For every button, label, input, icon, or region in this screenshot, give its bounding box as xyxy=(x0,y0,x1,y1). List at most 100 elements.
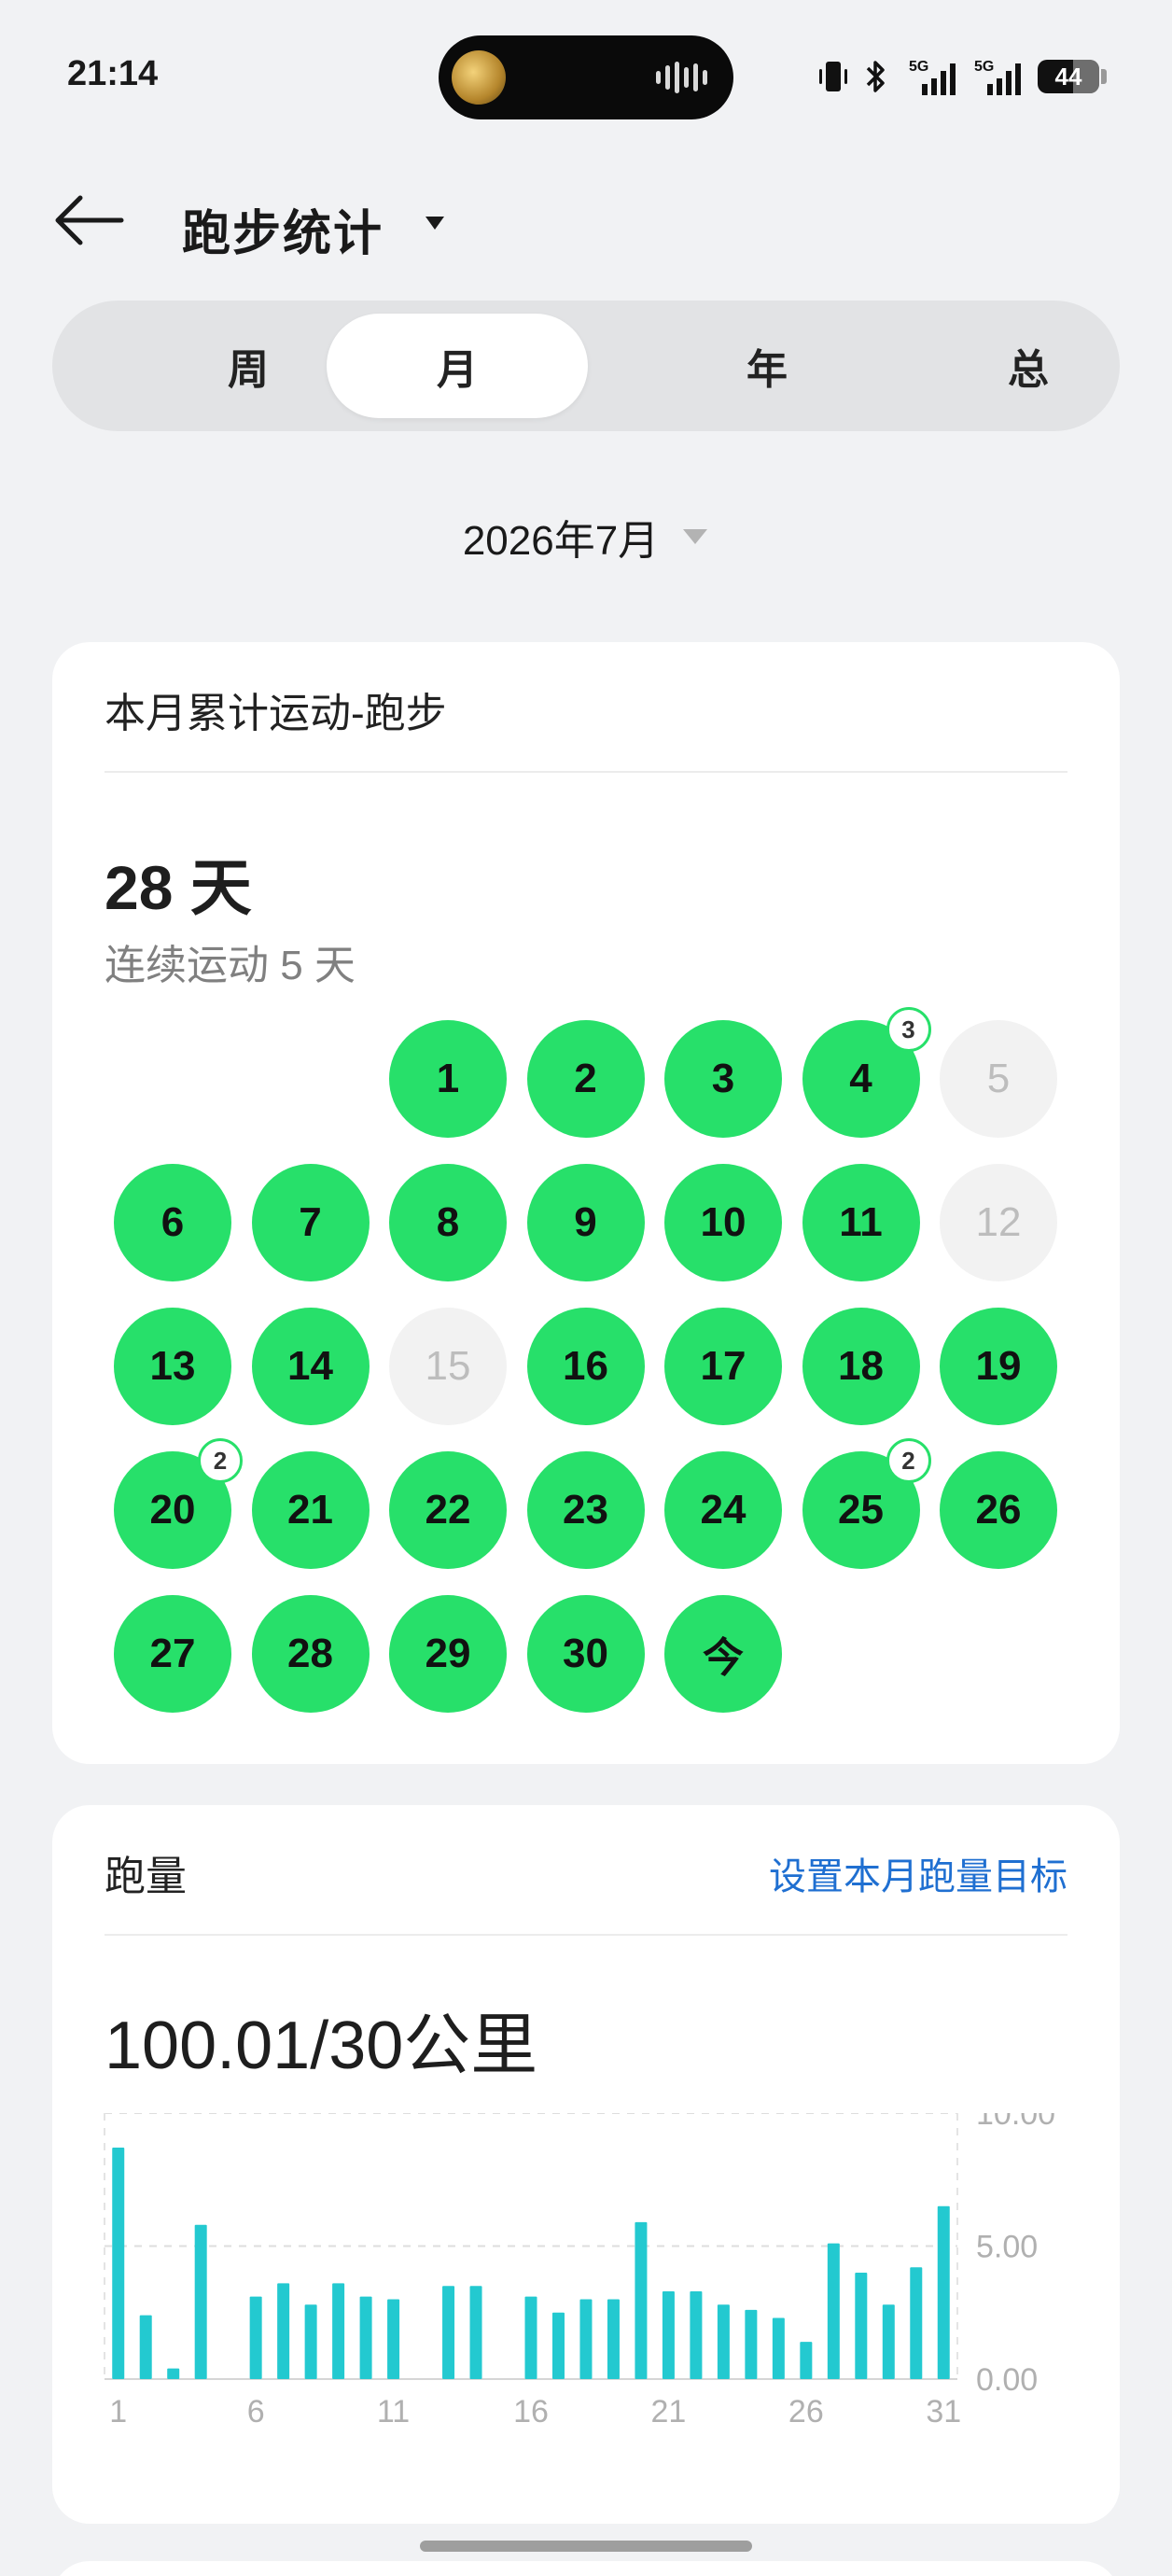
distance-bar[interactable] xyxy=(551,2312,565,2379)
calendar-day[interactable]: 19 xyxy=(940,1308,1057,1425)
month-selector[interactable]: 2026年7月 xyxy=(0,504,1172,569)
distance-bar[interactable] xyxy=(662,2290,675,2379)
dynamic-island[interactable] xyxy=(439,35,733,119)
calendar-day[interactable]: 14 xyxy=(251,1308,370,1425)
tab-month[interactable]: 月 xyxy=(327,314,588,418)
back-arrow-icon[interactable] xyxy=(52,190,127,250)
distance-bar[interactable] xyxy=(827,2243,840,2379)
distance-bar[interactable] xyxy=(304,2304,317,2379)
distance-bar[interactable] xyxy=(524,2296,537,2379)
distance-bar[interactable] xyxy=(772,2317,785,2379)
calendar-day[interactable]: 今 xyxy=(664,1595,782,1713)
calendar-day-label: 28 xyxy=(287,1631,333,1676)
distance-bar[interactable] xyxy=(359,2296,372,2379)
calendar-day[interactable]: 27 xyxy=(114,1595,231,1713)
calendar-day[interactable]: 22 xyxy=(389,1451,507,1569)
distance-bar[interactable] xyxy=(194,2224,207,2379)
distance-bar[interactable] xyxy=(442,2286,455,2379)
distance-bar[interactable] xyxy=(937,2205,950,2379)
distance-bar[interactable] xyxy=(387,2299,400,2380)
calendar-day[interactable]: 15 xyxy=(389,1308,507,1425)
distance-bar[interactable] xyxy=(717,2304,730,2379)
calendar-day[interactable]: 43 xyxy=(802,1007,931,1138)
calendar-day[interactable]: 8 xyxy=(389,1164,507,1281)
calendar-day[interactable]: 21 xyxy=(251,1451,370,1569)
distance-bar[interactable] xyxy=(745,2309,758,2379)
calendar-day-label: 5 xyxy=(986,1056,1011,1101)
distance-bar[interactable] xyxy=(277,2283,290,2379)
total-days: 28 天 xyxy=(105,853,252,922)
set-goal-link[interactable]: 设置本月跑量目标 xyxy=(769,1846,1067,1900)
distance-bar[interactable] xyxy=(855,2273,868,2379)
distance-bar-chart: 10.005.000.001 6 11 16 21 26 31 xyxy=(104,2113,1055,2429)
calendar-day-label: 19 xyxy=(975,1343,1022,1389)
calendar-day-label: 18 xyxy=(838,1343,884,1389)
month-label: 2026年7月 xyxy=(462,518,660,564)
calendar-day[interactable]: 26 xyxy=(940,1451,1057,1569)
distance-bar[interactable] xyxy=(249,2296,262,2379)
run-count-badge: 2 xyxy=(198,1438,243,1483)
calendar-day-label: 10 xyxy=(700,1199,746,1245)
calendar-day[interactable]: 17 xyxy=(664,1308,782,1425)
calendar-day[interactable]: 6 xyxy=(114,1164,231,1281)
calendar-day[interactable]: 29 xyxy=(389,1595,507,1713)
calendar-day[interactable]: 9 xyxy=(526,1164,645,1281)
calendar-day[interactable]: 5 xyxy=(940,1020,1057,1138)
calendar-day[interactable]: 3 xyxy=(664,1020,782,1138)
calendar-day-label: 22 xyxy=(425,1487,471,1533)
distance-bar[interactable] xyxy=(607,2299,620,2380)
next-card xyxy=(52,2561,1120,2576)
distance-bar[interactable] xyxy=(882,2304,895,2379)
page-title[interactable]: 跑步统计 xyxy=(182,194,384,264)
distance-bar[interactable] xyxy=(469,2286,482,2379)
calendar-day[interactable]: 13 xyxy=(114,1308,231,1425)
calendar-day[interactable]: 25 2 xyxy=(802,1438,931,1569)
calendar-day[interactable]: 24 xyxy=(664,1451,782,1569)
x-tick-label: 6 xyxy=(247,2394,265,2429)
calendar-day-label: 16 xyxy=(563,1343,608,1389)
distance-bar[interactable] xyxy=(690,2290,703,2379)
distance-bar[interactable] xyxy=(579,2299,593,2380)
distance-bar[interactable] xyxy=(332,2283,345,2379)
calendar-day[interactable]: 30 xyxy=(526,1595,645,1713)
tab-total[interactable]: 总 xyxy=(898,314,1159,418)
status-time: 21:14 xyxy=(67,54,159,93)
status-bar: 21:14 5G 5G 44 xyxy=(0,0,1172,149)
status-icons: 5G 5G 44 xyxy=(817,56,1107,97)
vibrate-icon xyxy=(819,62,847,91)
distance-bar[interactable] xyxy=(800,2342,813,2379)
distance-bar[interactable] xyxy=(112,2148,125,2379)
distance-value: 100.01/30公里 xyxy=(105,2009,538,2083)
x-tick-label: 1 xyxy=(109,2394,127,2429)
home-indicator[interactable] xyxy=(420,2541,752,2552)
calendar-day[interactable]: 2 xyxy=(526,1020,645,1138)
distance-bar[interactable] xyxy=(635,2221,648,2379)
x-tick-label: 11 xyxy=(377,2394,410,2429)
calendar-day[interactable]: 20 2 xyxy=(114,1438,243,1569)
calendar-day-label: 7 xyxy=(299,1199,322,1245)
calendar-day[interactable]: 7 xyxy=(251,1164,370,1281)
calendar-day[interactable]: 28 xyxy=(251,1595,370,1713)
card-title: 本月累计运动-跑步 xyxy=(105,691,447,736)
caret-down-icon[interactable] xyxy=(422,209,448,235)
calendar-day[interactable]: 11 xyxy=(802,1164,920,1281)
calendar-day-label: 4 xyxy=(849,1056,872,1101)
distance-bar[interactable] xyxy=(167,2368,180,2379)
tab-year[interactable]: 年 xyxy=(636,314,898,418)
calendar-day[interactable]: 1 xyxy=(389,1020,507,1138)
y-tick-label: 0.00 xyxy=(976,2362,1038,2398)
calendar-day-label: 26 xyxy=(975,1487,1022,1533)
distance-bar[interactable] xyxy=(910,2267,923,2379)
x-tick-label: 16 xyxy=(513,2394,549,2429)
audio-wave-icon xyxy=(656,62,707,93)
calendar-day[interactable]: 12 xyxy=(940,1164,1057,1281)
calendar-day-label: 2 xyxy=(574,1056,597,1101)
calendar-day[interactable]: 10 xyxy=(664,1164,782,1281)
calendar-day[interactable]: 23 xyxy=(526,1451,645,1569)
divider xyxy=(105,771,1067,773)
calendar-day[interactable]: 18 xyxy=(802,1308,920,1425)
calendar-day[interactable]: 16 xyxy=(526,1308,645,1425)
monthly-activity-card: 本月累计运动-跑步 28 天 连续运动 5 天 1 2 3 4 3 5 6 7 8 9 10 11 12… xyxy=(52,642,1120,1764)
distance-bar[interactable] xyxy=(139,2315,152,2379)
signal-5g-icon: 5G xyxy=(909,59,956,95)
